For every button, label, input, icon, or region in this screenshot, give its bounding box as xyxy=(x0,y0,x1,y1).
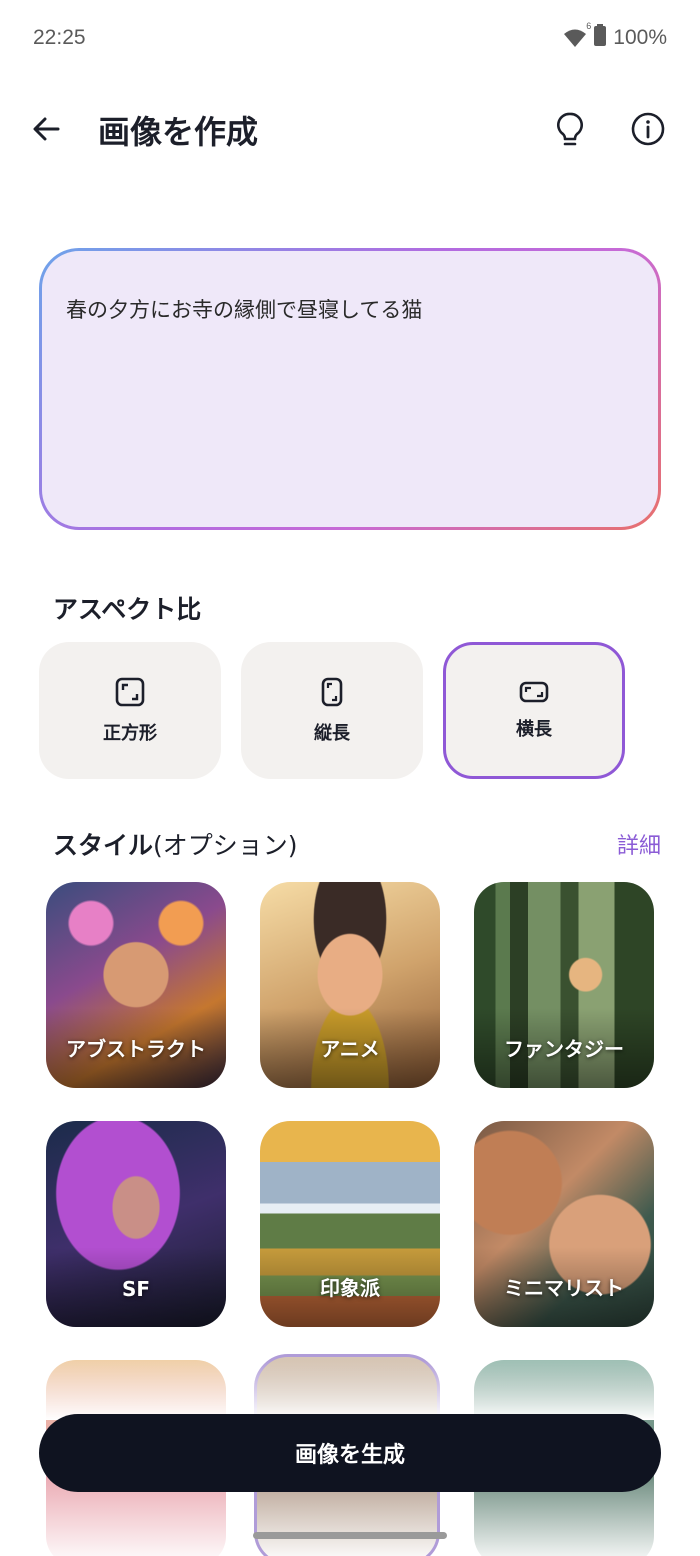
style-tile-sf[interactable]: SF xyxy=(46,1121,226,1327)
generate-image-button[interactable]: 画像を生成 xyxy=(39,1414,661,1492)
prompt-inner[interactable]: 春の夕方にお寺の縁側で昼寝してる猫 xyxy=(42,251,658,527)
battery-icon xyxy=(593,24,607,52)
home-indicator[interactable] xyxy=(253,1532,447,1539)
details-link[interactable]: 詳細 xyxy=(617,828,661,860)
info-icon xyxy=(631,112,665,146)
aspect-section-title: アスペクト比 xyxy=(53,595,202,624)
page-title: 画像を作成 xyxy=(98,113,259,151)
style-label-anime: アニメ xyxy=(320,1037,380,1061)
style-section-title: スタイル(オプション) xyxy=(53,826,298,862)
status-bar: 22:25 6 100% xyxy=(0,0,700,80)
status-icons: 6 100% xyxy=(563,21,667,52)
style-label-abstract: アブストラクト xyxy=(66,1037,206,1061)
style-tile-minimalist[interactable]: ミニマリスト xyxy=(474,1121,654,1327)
wifi-badge: 6 xyxy=(586,21,592,31)
lightbulb-icon xyxy=(557,112,583,146)
arrow-left-icon xyxy=(33,117,60,141)
style-label-fantasy: ファンタジー xyxy=(504,1037,624,1061)
tips-button[interactable] xyxy=(548,107,592,151)
style-tile-impressionism[interactable]: 印象派 xyxy=(260,1121,440,1327)
style-label-sf: SF xyxy=(121,1277,151,1301)
scroll-fade xyxy=(0,1360,700,1420)
landscape-icon xyxy=(519,681,549,702)
square-icon xyxy=(115,677,145,706)
app-header: 画像を作成 xyxy=(0,95,700,165)
style-tile-anime[interactable]: アニメ xyxy=(260,882,440,1088)
style-subtitle: (オプション) xyxy=(153,831,298,860)
aspect-label-square: 正方形 xyxy=(103,722,157,744)
prompt-box: 春の夕方にお寺の縁側で昼寝してる猫 xyxy=(39,248,661,530)
aspect-options: 正方形 縦長 横長 xyxy=(39,642,661,779)
status-time: 22:25 xyxy=(33,26,86,49)
battery-level: 100% xyxy=(613,26,667,49)
aspect-label-portrait: 縦長 xyxy=(314,722,350,744)
prompt-input[interactable]: 春の夕方にお寺の縁側で昼寝してる猫 xyxy=(66,295,634,325)
portrait-icon xyxy=(321,677,343,706)
style-label-minimalist: ミニマリスト xyxy=(504,1276,624,1300)
style-tile-fantasy[interactable]: ファンタジー xyxy=(474,882,654,1088)
info-button[interactable] xyxy=(626,107,670,151)
aspect-option-landscape[interactable]: 横長 xyxy=(443,642,625,779)
aspect-option-square[interactable]: 正方形 xyxy=(39,642,221,779)
style-tile-abstract[interactable]: アブストラクト xyxy=(46,882,226,1088)
style-label-impressionism: 印象派 xyxy=(320,1276,380,1300)
back-button[interactable] xyxy=(26,109,66,149)
style-title: スタイル xyxy=(53,831,154,860)
wifi-icon: 6 xyxy=(563,21,591,49)
aspect-option-portrait[interactable]: 縦長 xyxy=(241,642,423,779)
aspect-label-landscape: 横長 xyxy=(516,718,552,740)
